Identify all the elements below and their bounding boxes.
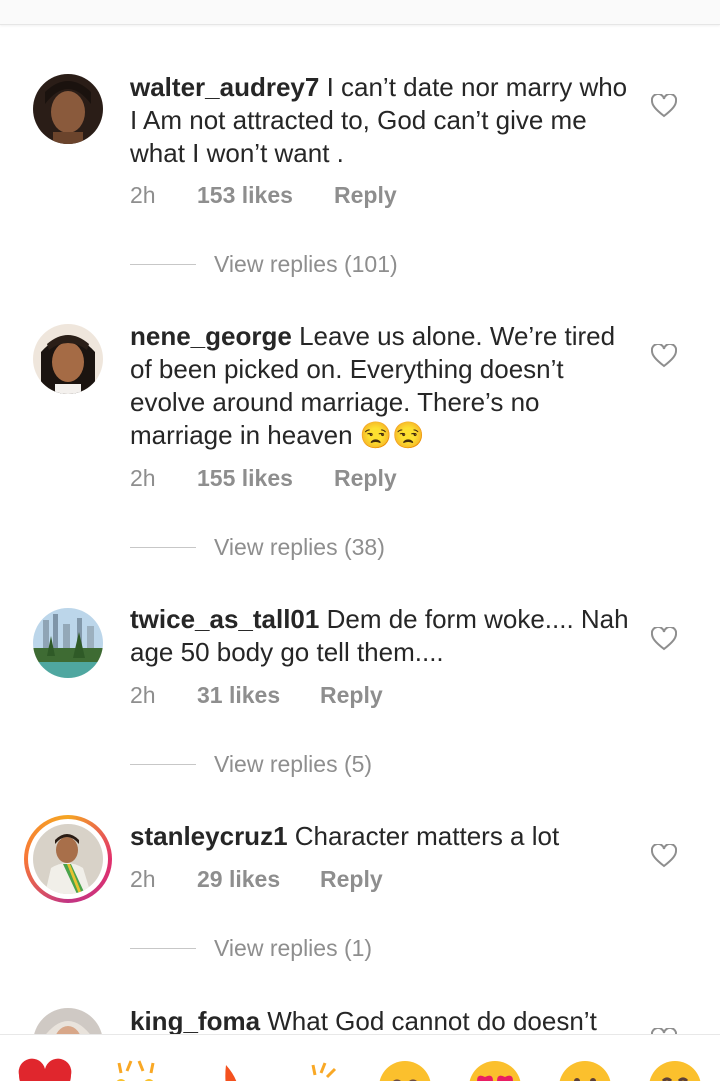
heart-eyes-icon[interactable] <box>467 1057 523 1081</box>
avatar[interactable] <box>33 74 103 144</box>
comment-username[interactable]: twice_as_tall01 <box>130 604 319 634</box>
comment-time: 2h <box>130 465 156 491</box>
astonished-face-icon[interactable] <box>557 1057 613 1081</box>
replies-divider <box>130 547 196 548</box>
raising-hands-icon[interactable] <box>107 1057 163 1081</box>
top-bar <box>0 0 720 25</box>
fire-icon[interactable] <box>198 1057 254 1081</box>
avatar <box>33 824 103 894</box>
avatar[interactable] <box>33 324 103 394</box>
view-replies-label[interactable]: View replies (38) <box>214 534 385 561</box>
comment-text: What God cannot do doesn’t <box>267 1006 597 1036</box>
replies-divider <box>130 764 196 765</box>
clapping-hands-icon[interactable] <box>287 1057 343 1081</box>
heart-outline-icon[interactable] <box>651 627 677 651</box>
comment-text-block: walter_audrey7 I can’t date nor marry wh… <box>130 71 630 170</box>
comment-text-block: twice_as_tall01 Dem de form woke.... Nah… <box>130 603 630 669</box>
comment-text: Character matters a lot <box>294 821 560 851</box>
comment-likes[interactable]: 29 likes <box>197 866 280 893</box>
story-ring-avatar[interactable] <box>24 815 112 903</box>
view-replies-label[interactable]: View replies (101) <box>214 251 398 278</box>
comment-text-block: nene_george Leave us alone. We’re tired … <box>130 320 630 452</box>
comment-username[interactable]: king_foma <box>130 1006 260 1036</box>
view-replies-label[interactable]: View replies (5) <box>214 751 372 778</box>
reply-button[interactable]: Reply <box>334 182 397 209</box>
reply-button[interactable]: Reply <box>320 866 383 893</box>
red-heart-icon[interactable] <box>17 1057 73 1081</box>
heart-outline-icon[interactable] <box>651 94 677 118</box>
comment-likes[interactable]: 153 likes <box>197 182 293 209</box>
comment-username[interactable]: nene_george <box>130 321 292 351</box>
comment-username[interactable]: stanleycruz1 <box>130 821 288 851</box>
heart-outline-icon[interactable] <box>651 844 677 868</box>
view-replies-label[interactable]: View replies (1) <box>214 935 372 962</box>
comment-time: 2h <box>130 866 156 892</box>
comment-time: 2h <box>130 182 156 208</box>
comment-likes[interactable]: 31 likes <box>197 682 280 709</box>
comment-time: 2h <box>130 682 156 708</box>
reply-button[interactable]: Reply <box>320 682 383 709</box>
replies-divider <box>130 264 196 265</box>
quick-reaction-bar <box>0 1034 720 1081</box>
avatar[interactable] <box>33 608 103 678</box>
reply-button[interactable]: Reply <box>334 465 397 492</box>
replies-divider <box>130 948 196 949</box>
comment-text-block: stanleycruz1 Character matters a lot <box>130 820 630 853</box>
crying-face-icon[interactable] <box>377 1057 433 1081</box>
comment-username[interactable]: walter_audrey7 <box>130 72 319 102</box>
smiling-face-icon[interactable] <box>647 1057 703 1081</box>
heart-outline-icon[interactable] <box>651 344 677 368</box>
comment-likes[interactable]: 155 likes <box>197 465 293 492</box>
